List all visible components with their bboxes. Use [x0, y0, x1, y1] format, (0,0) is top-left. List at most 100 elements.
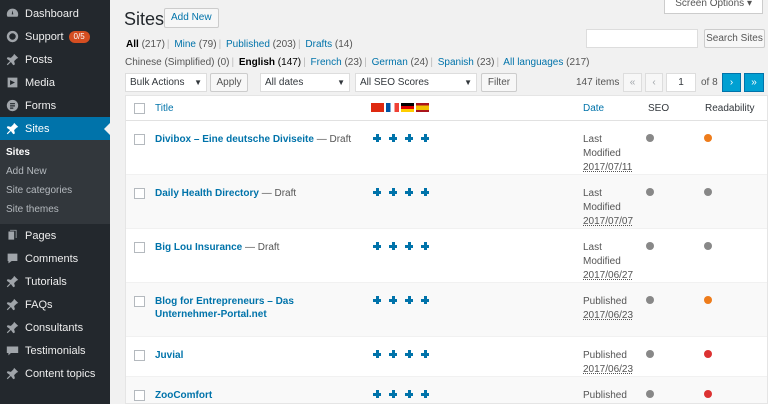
prev-page-button[interactable]: ‹ [645, 73, 663, 92]
lang-spanish[interactable]: Spanish (23) [438, 57, 495, 68]
sidebar-item-testimonials[interactable]: Testimonials [0, 339, 110, 362]
row-checkbox[interactable] [134, 390, 145, 401]
sidebar-item-consultants[interactable]: Consultants [0, 316, 110, 339]
date-cell: Published2017/06/23 [583, 350, 634, 375]
add-translation-icon[interactable] [373, 242, 381, 250]
add-translation-icon[interactable] [373, 188, 381, 196]
site-title-link[interactable]: Daily Health Directory [155, 188, 259, 199]
row-checkbox[interactable] [134, 350, 145, 361]
lang-english[interactable]: English (147) [239, 57, 301, 68]
view-filters: All (217) | Mine (79) | Published (203) | D… [126, 39, 353, 50]
add-translation-icon[interactable] [421, 296, 429, 304]
lang-french[interactable]: French (23) [311, 57, 363, 68]
readability-score-indicator [704, 134, 712, 142]
submenu-item-add-new[interactable]: Add New [0, 162, 110, 181]
lang-chinese[interactable]: Chinese (Simplified) (0) [125, 57, 230, 68]
add-translation-icon[interactable] [421, 134, 429, 142]
add-translation-icon[interactable] [421, 350, 429, 358]
filter-button[interactable]: Filter [481, 73, 517, 92]
title-column-header[interactable]: Title [155, 103, 174, 114]
add-translation-icon[interactable] [405, 390, 413, 398]
add-translation-icon[interactable] [389, 296, 397, 304]
search-input[interactable] [586, 29, 698, 48]
date-column-header[interactable]: Date [583, 103, 604, 114]
site-title-link[interactable]: ZooComfort [155, 390, 212, 401]
submenu-item-sites[interactable]: Sites [0, 143, 110, 162]
site-title-link[interactable]: Big Lou Insurance [155, 242, 242, 253]
seo-score-indicator [646, 134, 654, 142]
admin-sidebar: Dashboard Support 0/5 Posts Media Forms Sites S… [0, 0, 110, 404]
add-translation-icon[interactable] [389, 350, 397, 358]
forms-icon [6, 99, 19, 112]
france-flag-icon [386, 103, 399, 112]
view-all[interactable]: All (217) [126, 39, 165, 50]
add-translation-icon[interactable] [421, 390, 429, 398]
testimonials-icon [6, 344, 19, 357]
site-title-link[interactable]: Divibox – Eine deutsche Diviseite [155, 134, 314, 145]
row-checkbox[interactable] [134, 134, 145, 145]
screen-options-button[interactable]: Screen Options ▾ [664, 0, 763, 14]
add-translation-icon[interactable] [421, 242, 429, 250]
sidebar-item-media[interactable]: Media [0, 71, 110, 94]
search-sites-button[interactable]: Search Sites [704, 29, 765, 48]
sidebar-item-support[interactable]: Support 0/5 [0, 25, 110, 48]
add-translation-icon[interactable] [373, 350, 381, 358]
add-translation-icon[interactable] [405, 134, 413, 142]
sidebar-item-dashboard[interactable]: Dashboard [0, 2, 110, 25]
lang-german[interactable]: German (24) [372, 57, 429, 68]
add-translation-icon[interactable] [373, 296, 381, 304]
current-page-input[interactable]: 1 [666, 73, 696, 92]
add-translation-icon[interactable] [405, 296, 413, 304]
row-checkbox[interactable] [134, 188, 145, 199]
dates-select[interactable]: All dates ▼ [260, 73, 350, 92]
readability-column-header: Readability [705, 103, 755, 114]
sidebar-item-faqs[interactable]: FAQs [0, 293, 110, 316]
sidebar-item-label: Testimonials [25, 344, 86, 357]
next-page-button[interactable]: › [722, 73, 741, 92]
add-translation-icon[interactable] [373, 134, 381, 142]
support-count-badge: 0/5 [68, 30, 90, 43]
seo-scores-select[interactable]: All SEO Scores ▼ [355, 73, 477, 92]
view-published[interactable]: Published (203) [226, 39, 296, 50]
add-translation-icon[interactable] [405, 242, 413, 250]
site-title-link[interactable]: Juvial [155, 350, 183, 361]
row-checkbox[interactable] [134, 242, 145, 253]
add-translation-icon[interactable] [389, 242, 397, 250]
add-translation-icon[interactable] [373, 390, 381, 398]
bulk-actions-select[interactable]: Bulk Actions ▼ [125, 73, 207, 92]
sidebar-item-posts[interactable]: Posts [0, 48, 110, 71]
date-cell: Last Modified 2017/06/27 [583, 242, 634, 281]
view-drafts[interactable]: Drafts (14) [305, 39, 352, 50]
post-state: — Draft [313, 134, 352, 145]
sidebar-item-tutorials[interactable]: Tutorials [0, 270, 110, 293]
sidebar-item-sites[interactable]: Sites [0, 117, 110, 140]
china-flag-icon [371, 103, 384, 112]
add-translation-icon[interactable] [389, 390, 397, 398]
sidebar-item-pages[interactable]: Pages [0, 224, 110, 247]
add-translation-icon[interactable] [421, 188, 429, 196]
post-state: — Draft [242, 242, 280, 253]
apply-button[interactable]: Apply [210, 73, 248, 92]
readability-score-indicator [704, 188, 712, 196]
site-title-cell: Big Lou Insurance — Draft [155, 241, 355, 254]
add-new-button[interactable]: Add New [164, 8, 219, 28]
first-page-button[interactable]: « [623, 73, 642, 92]
add-translation-icon[interactable] [389, 188, 397, 196]
select-all-checkbox[interactable] [134, 103, 145, 114]
submenu-item-site-categories[interactable]: Site categories [0, 181, 110, 200]
add-translation-icon[interactable] [405, 188, 413, 196]
sidebar-item-content-topics[interactable]: Content topics [0, 362, 110, 385]
last-page-button[interactable]: » [744, 73, 764, 92]
germany-flag-icon [401, 103, 414, 112]
view-mine[interactable]: Mine (79) [174, 39, 216, 50]
sidebar-item-forms[interactable]: Forms [0, 94, 110, 117]
lang-all[interactable]: All languages (217) [503, 57, 589, 68]
translation-actions [373, 188, 429, 196]
row-checkbox[interactable] [134, 296, 145, 307]
seo-score-indicator [646, 296, 654, 304]
add-translation-icon[interactable] [405, 350, 413, 358]
add-translation-icon[interactable] [389, 134, 397, 142]
site-title-link[interactable]: Blog for Entrepreneurs – Das Unternehmer… [155, 296, 294, 320]
submenu-item-site-themes[interactable]: Site themes [0, 200, 110, 219]
sidebar-item-comments[interactable]: Comments [0, 247, 110, 270]
